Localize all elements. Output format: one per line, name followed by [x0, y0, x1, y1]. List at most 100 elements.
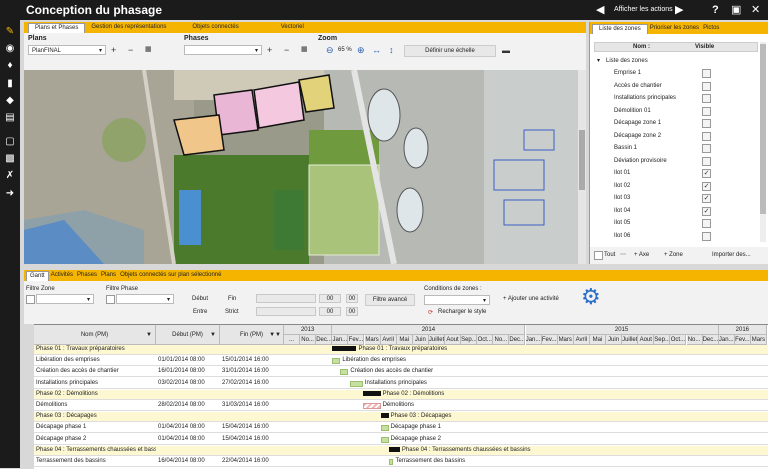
- task-bar[interactable]: [388, 459, 394, 465]
- site-plan-map[interactable]: [24, 70, 578, 264]
- plans-select[interactable]: PlanFINAL ▾: [28, 45, 106, 55]
- reload-style-button[interactable]: Recharger le style: [438, 309, 486, 315]
- end-date-input[interactable]: [256, 307, 316, 316]
- close-icon[interactable]: ✕: [751, 3, 760, 17]
- phase-bar[interactable]: [388, 446, 400, 452]
- monitor-icon[interactable]: ▢: [4, 136, 16, 148]
- add-phase-icon[interactable]: +: [267, 45, 272, 55]
- map-scrollbar[interactable]: [578, 70, 586, 264]
- layers-icon[interactable]: ◆: [4, 95, 16, 107]
- select-all-checkbox[interactable]: [594, 251, 603, 260]
- zone-item[interactable]: Ilot 06: [594, 230, 758, 242]
- zone-item[interactable]: Ilot 03 ✓: [594, 192, 758, 204]
- tab-zone-list[interactable]: Liste des zones: [592, 24, 648, 34]
- remove-phase-icon[interactable]: −: [284, 45, 289, 55]
- zone-filter-select[interactable]: ▾: [36, 294, 94, 304]
- calendar-icon[interactable]: ▩: [4, 153, 16, 165]
- task-bar[interactable]: [350, 380, 363, 387]
- start-minute-input[interactable]: 00: [346, 294, 358, 303]
- save-icon[interactable]: ▣: [731, 3, 741, 17]
- plan-properties-icon[interactable]: ▦: [145, 45, 152, 55]
- print-icon[interactable]: ▤: [4, 112, 16, 124]
- fit-height-icon[interactable]: ↕: [389, 45, 394, 55]
- col-end-header[interactable]: Fin (PM) ▼▼: [220, 325, 284, 345]
- zone-item[interactable]: Démolition 01: [594, 105, 758, 117]
- zone-item[interactable]: Installations principales: [594, 92, 758, 104]
- tab-phases[interactable]: Phases: [75, 271, 99, 281]
- tab-vectoriel[interactable]: Vectoriel: [275, 23, 310, 33]
- add-plan-icon[interactable]: +: [111, 45, 116, 55]
- task-bar[interactable]: [380, 425, 389, 432]
- add-zone-button[interactable]: + Zone: [664, 250, 683, 260]
- entre-label[interactable]: Entre: [193, 309, 207, 315]
- fit-width-icon[interactable]: ↔: [372, 45, 381, 55]
- zone-visible-checkbox[interactable]: [702, 231, 711, 241]
- phases-select[interactable]: ▾: [184, 45, 262, 55]
- zone-visible-checkbox[interactable]: [702, 106, 711, 116]
- zone-group[interactable]: ▾ Liste des zones: [594, 55, 758, 67]
- zone-visible-checkbox[interactable]: [702, 69, 711, 78]
- zone-item[interactable]: Ilot 05: [594, 217, 758, 229]
- zone-conditions-select[interactable]: ▾: [424, 295, 490, 305]
- ruler-icon[interactable]: ▬: [502, 46, 510, 56]
- zone-item[interactable]: Accès de chantier: [594, 80, 758, 92]
- gantt-row[interactable]: Phase 02 : Démolitions Phase 02 : Démolit…: [34, 389, 768, 400]
- start-hour-input[interactable]: 00: [319, 294, 341, 303]
- zone-filter-checkbox[interactable]: [26, 295, 35, 304]
- tab-prioritize-zones[interactable]: Prioriser les zones: [648, 24, 701, 34]
- strict-label[interactable]: Strict: [225, 309, 239, 315]
- zone-visible-checkbox[interactable]: [702, 156, 711, 166]
- zone-visible-checkbox[interactable]: [702, 131, 711, 141]
- tab-representations[interactable]: Gestion des représentations: [85, 23, 172, 33]
- zone-visible-checkbox[interactable]: [702, 94, 711, 103]
- phase-properties-icon[interactable]: ▦: [301, 45, 308, 55]
- more-icon[interactable]: ⋯: [620, 250, 626, 260]
- gantt-row[interactable]: Phase 04 : Terrassements chaussées et ba…: [34, 445, 768, 456]
- zone-item[interactable]: Décapage zone 2: [594, 130, 758, 142]
- gantt-row[interactable]: Phase 03 : Décapages Phase 03 : Décapages: [34, 412, 768, 423]
- zones-scrollbar[interactable]: [760, 42, 766, 242]
- gantt-row[interactable]: Libération des emprises 01/01/2014 08:00 1…: [34, 356, 768, 367]
- gantt-row[interactable]: Création des accès de chantier 16/01/2014…: [34, 367, 768, 378]
- arrow-right-icon[interactable]: ▶: [675, 3, 683, 17]
- define-scale-button[interactable]: Définir une échelle: [404, 45, 496, 57]
- gantt-row[interactable]: Installations principales 03/02/2014 08:0…: [34, 379, 768, 389]
- zone-item[interactable]: Ilot 04 ✓: [594, 205, 758, 217]
- col-start-header[interactable]: Début (PM) ▼: [156, 325, 220, 345]
- zone-visible-checkbox[interactable]: [702, 119, 711, 128]
- tab-plans[interactable]: Plans: [99, 271, 118, 281]
- phase-filter-select[interactable]: ▾: [116, 294, 174, 304]
- end-minute-input[interactable]: 00: [346, 307, 358, 316]
- task-bar[interactable]: [380, 436, 389, 443]
- task-bar[interactable]: [362, 403, 381, 409]
- zone-visible-checkbox[interactable]: [702, 144, 711, 153]
- arrow-left-icon[interactable]: ◀: [596, 3, 604, 17]
- tab-activities[interactable]: Activités: [49, 271, 75, 281]
- start-date-input[interactable]: [256, 294, 316, 303]
- zone-visible-checkbox[interactable]: ✓: [702, 194, 711, 203]
- debut-label[interactable]: Début: [192, 296, 208, 302]
- task-bar[interactable]: [340, 369, 349, 376]
- zone-visible-checkbox[interactable]: ✓: [702, 169, 711, 178]
- phase-bar[interactable]: [380, 413, 389, 419]
- reload-icon[interactable]: ⟳: [428, 309, 433, 316]
- phase-bar[interactable]: [332, 346, 357, 351]
- zone-item[interactable]: Décapage zone 1: [594, 117, 758, 129]
- zoom-out-icon[interactable]: ⊖: [326, 45, 334, 55]
- gantt-row[interactable]: Décapage phase 1 01/04/2014 08:00 15/04/20…: [34, 423, 768, 434]
- tag-icon[interactable]: ♦: [4, 60, 16, 72]
- zone-visible-checkbox[interactable]: ✓: [702, 206, 711, 216]
- task-bar[interactable]: [332, 358, 341, 365]
- book-icon[interactable]: ▮: [4, 78, 16, 90]
- advanced-filter-button[interactable]: Filtre avancé: [365, 294, 415, 306]
- gantt-row[interactable]: Démolitions 28/02/2014 08:00 31/03/2014 16…: [34, 401, 768, 411]
- zone-visible-checkbox[interactable]: [702, 219, 711, 228]
- phase-filter-checkbox[interactable]: [106, 295, 115, 304]
- zone-item[interactable]: Déviation provisoire: [594, 155, 758, 167]
- settings-gears-icon[interactable]: ⚙: [581, 285, 601, 309]
- zone-item[interactable]: Ilot 01 ✓: [594, 167, 758, 179]
- gantt-row[interactable]: Décapage phase 2 01/04/2014 08:00 15/04/20…: [34, 435, 768, 445]
- zone-item[interactable]: Emprise 1: [594, 67, 758, 79]
- phase-bar[interactable]: [362, 390, 381, 396]
- tab-connected-on-plan[interactable]: Objets connectés sur plan sélectionné: [118, 271, 223, 281]
